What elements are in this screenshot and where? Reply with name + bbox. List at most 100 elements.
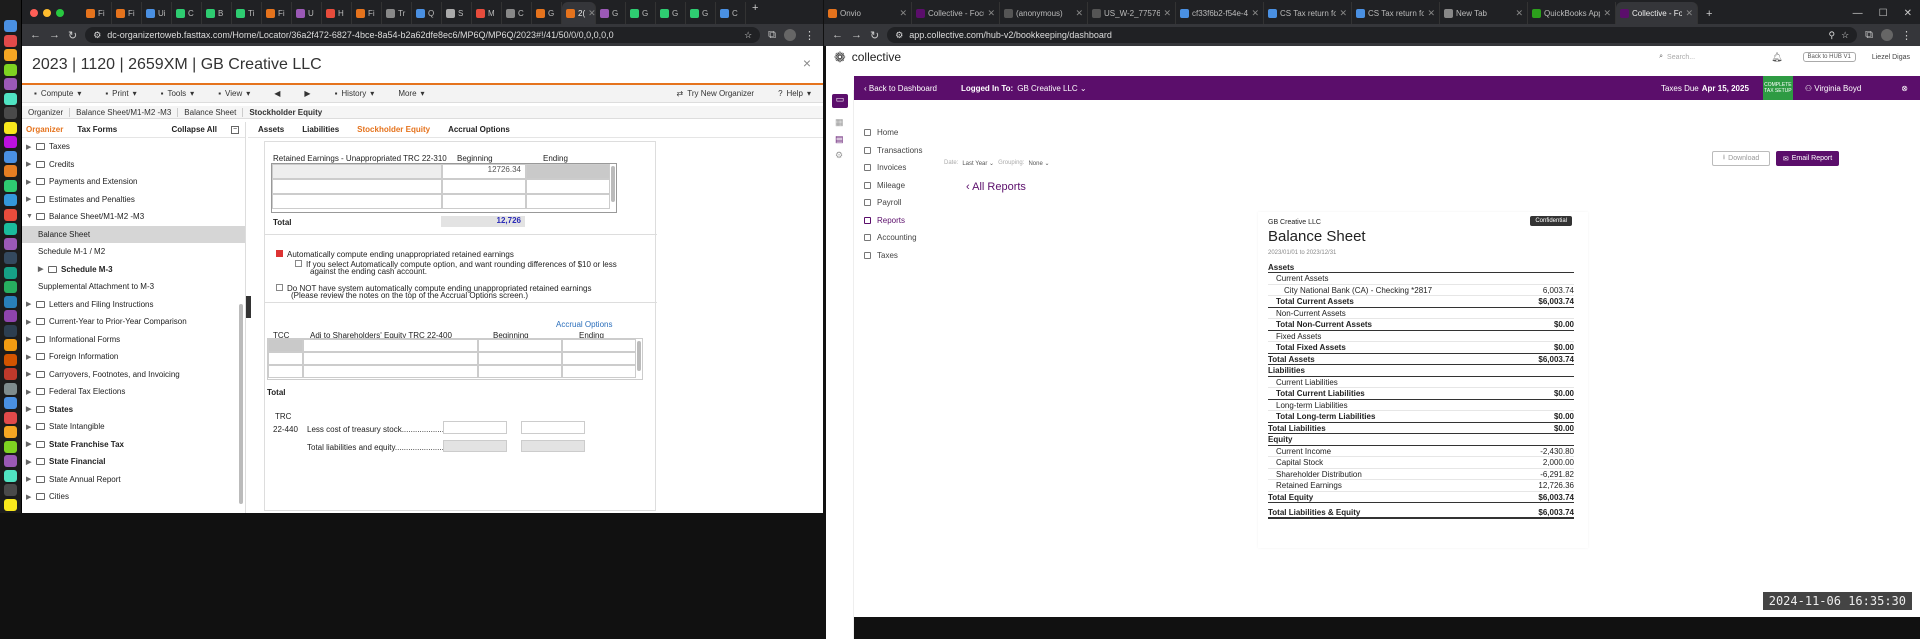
tree-item[interactable]: ▶ Current-Year to Prior-Year Comparison (22, 313, 245, 331)
minimize-window-icon[interactable] (43, 9, 51, 17)
re-ending-cell[interactable] (526, 194, 610, 209)
browser-tab[interactable]: B (202, 2, 232, 24)
expand-icon[interactable]: ▶ (26, 475, 32, 483)
adj-ending-cell[interactable] (562, 352, 636, 365)
tab-close-icon[interactable]: ✕ (1427, 8, 1435, 19)
tree-item[interactable]: ▶ Taxes (22, 138, 245, 156)
new-tab-button[interactable]: + (1706, 8, 1712, 20)
user-menu[interactable]: Liezel Digas (1872, 54, 1910, 61)
treasury-beginning-input[interactable] (443, 421, 507, 434)
menu-item[interactable]: ▪ Print ▾ (93, 89, 148, 98)
browser-tab[interactable]: Tr (382, 2, 412, 24)
dock-app-icon[interactable] (4, 484, 17, 496)
dock-app-icon[interactable] (4, 165, 17, 177)
browser-tab[interactable]: Fi (262, 2, 292, 24)
browser-tab[interactable]: Collective - Focus✕ (1616, 2, 1698, 24)
back-icon[interactable]: ← (30, 29, 41, 41)
dock-app-icon[interactable] (4, 107, 17, 119)
maximize-icon[interactable]: ☐ (1879, 8, 1888, 19)
tree-item[interactable]: ▶ State Intangible (22, 418, 245, 436)
dock-app-icon[interactable] (4, 295, 17, 308)
expand-icon[interactable]: ▶ (26, 160, 32, 168)
menu-item[interactable]: ▪ View ▾ (206, 89, 262, 98)
tax-forms-tab[interactable]: Tax Forms (77, 125, 117, 134)
browser-tab[interactable]: C (716, 2, 746, 24)
tab-close-icon[interactable]: ✕ (1075, 8, 1083, 19)
minimize-icon[interactable]: — (1853, 8, 1863, 19)
dock-app-icon[interactable] (4, 136, 17, 148)
tcc-cell[interactable] (268, 365, 303, 378)
dock-app-icon[interactable] (4, 252, 17, 264)
reload-icon[interactable]: ↻ (68, 29, 77, 42)
organizer-tab[interactable]: Organizer (26, 125, 63, 134)
tree-item[interactable]: ▼ Balance Sheet/M1-M2 -M3 (22, 208, 245, 226)
browser-tab[interactable]: H (322, 2, 352, 24)
expand-icon[interactable]: ▶ (26, 458, 32, 466)
adj-ending-cell[interactable] (562, 365, 636, 378)
tree-item[interactable]: ▶ Informational Forms (22, 331, 245, 349)
dock-app-icon[interactable] (4, 237, 17, 250)
browser-tab[interactable]: Collective - Focus✕ (912, 2, 1000, 24)
nav-item[interactable]: Invoices (864, 163, 906, 172)
bookmark-star-icon[interactable]: ☆ (744, 30, 752, 41)
expand-icon[interactable]: ▶ (26, 405, 32, 413)
tab-close-icon[interactable]: ✕ (1339, 8, 1347, 19)
dock-app-icon[interactable] (4, 469, 17, 482)
dock-app-icon[interactable] (4, 63, 17, 76)
tree-item[interactable]: ▶ Foreign Information (22, 348, 245, 366)
browser-tab[interactable]: Fi (112, 2, 142, 24)
tree-item[interactable]: ▶ Federal Tax Elections (22, 383, 245, 401)
extensions-icon[interactable]: ⧉ (768, 29, 776, 42)
breadcrumb-item[interactable]: Organizer (22, 107, 71, 117)
browser-menu-icon[interactable]: ⋮ (804, 29, 815, 42)
dock-app-icon[interactable] (4, 20, 17, 32)
site-info-icon[interactable]: ⚙ (93, 30, 101, 41)
expand-icon[interactable]: ▶ (26, 493, 32, 501)
advisor-menu[interactable]: ⚇ Virginia Boyd (1805, 84, 1861, 93)
calendar-icon[interactable]: ▦ (835, 117, 844, 128)
dock-app-icon[interactable] (4, 397, 17, 409)
browser-tab[interactable]: QuickBooks App ✕ (1528, 2, 1616, 24)
dock-app-icon[interactable] (4, 49, 17, 61)
browser-tab[interactable]: Onvio ✕ (824, 2, 912, 24)
expand-icon[interactable]: ▶ (26, 335, 32, 343)
breadcrumb-item[interactable]: Balance Sheet/M1-M2 -M3 (70, 107, 179, 117)
close-icon[interactable]: ✕ (1904, 8, 1912, 19)
close-return-button[interactable]: × (803, 55, 811, 71)
email-report-button[interactable]: ✉ Email Report (1776, 151, 1839, 166)
zoom-window-icon[interactable] (56, 9, 64, 17)
browser-tab[interactable]: CS Tax return for ✕ (1352, 2, 1440, 24)
form-tab[interactable]: Accrual Options (448, 125, 510, 134)
browser-tab[interactable]: M (472, 2, 502, 24)
tree-item[interactable]: ▶ Schedule M-3 (22, 261, 245, 279)
auto-compute-checkbox[interactable] (276, 250, 283, 257)
bell-icon[interactable]: 🔔︎ (1771, 52, 1782, 63)
dock-app-icon[interactable] (4, 324, 17, 337)
tree-item[interactable]: ▶ Credits (22, 156, 245, 174)
browser-menu-icon[interactable]: ⋮ (1901, 29, 1912, 42)
dock-app-icon[interactable] (4, 266, 17, 279)
form-tab[interactable]: Assets (258, 125, 284, 134)
dock-app-icon[interactable] (4, 455, 17, 467)
menu-item[interactable]: ◀ (262, 89, 292, 98)
re-ending-cell[interactable] (526, 179, 610, 194)
nav-item[interactable]: Payroll (864, 198, 901, 207)
dock-app-icon[interactable] (4, 34, 17, 47)
tree-item[interactable]: ▶ Carryovers, Footnotes, and Invoicing (22, 366, 245, 384)
tcc-cell[interactable] (268, 339, 303, 352)
nav-item[interactable]: Accounting (864, 233, 917, 242)
dock-app-icon[interactable] (4, 194, 17, 206)
expand-icon[interactable]: ▼ (26, 213, 33, 220)
tree-item[interactable]: Supplemental Attachment to M-3 (22, 278, 245, 296)
nav-item[interactable]: Home (864, 128, 898, 137)
menu-item[interactable]: ▪ Tools ▾ (149, 89, 207, 98)
dock-app-icon[interactable] (4, 426, 17, 438)
tree-item[interactable]: ▶ Letters and Filing Instructions (22, 296, 245, 314)
collapse-all-button[interactable]: Collapse All (172, 125, 218, 134)
tcc-cell[interactable] (268, 352, 303, 365)
browser-tab[interactable]: G (626, 2, 656, 24)
tab-close-icon[interactable]: ✕ (1515, 8, 1523, 19)
browser-tab[interactable]: G (656, 2, 686, 24)
re-desc-cell[interactable] (272, 194, 442, 209)
treasury-ending-input[interactable] (521, 421, 585, 434)
